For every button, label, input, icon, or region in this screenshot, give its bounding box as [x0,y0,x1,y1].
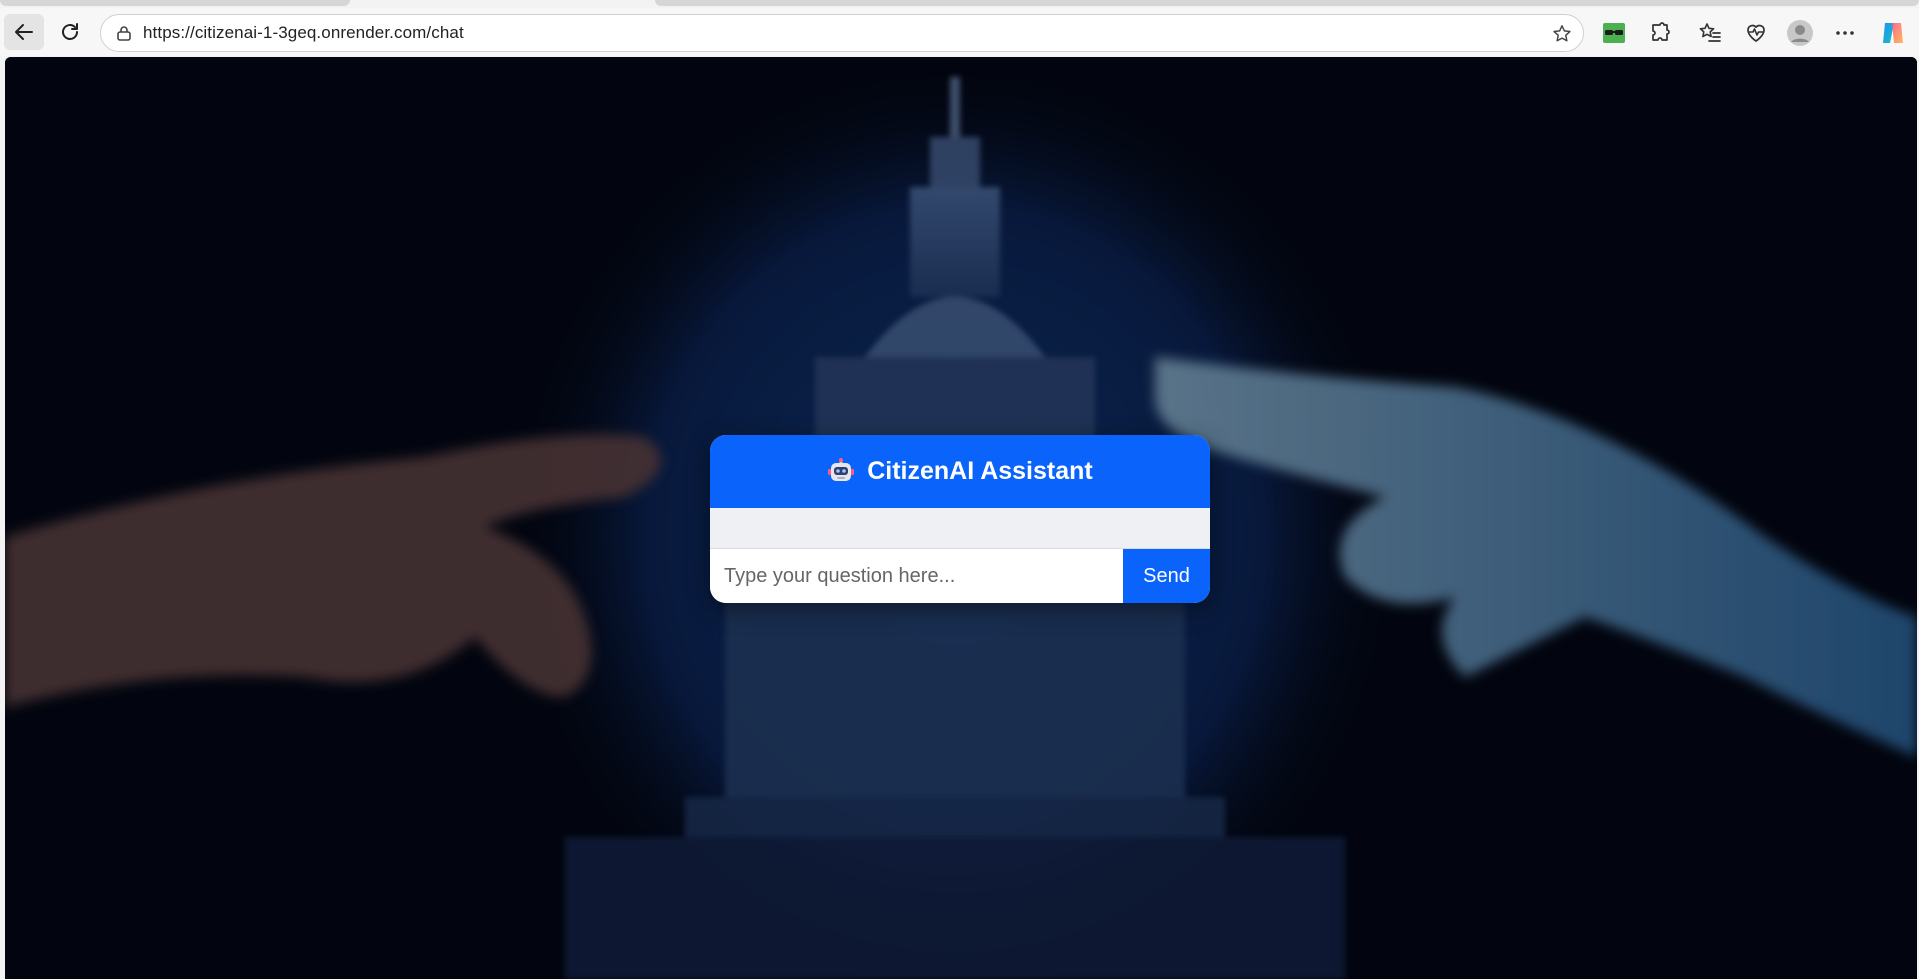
favorite-star-icon[interactable] [1551,23,1573,50]
reload-button[interactable] [50,14,90,50]
glasses-extension-icon[interactable] [1599,18,1629,48]
more-menu-icon[interactable] [1830,18,1860,48]
favorites-list-icon[interactable] [1695,18,1725,48]
tab-strip [0,0,1919,8]
chat-messages-area [710,508,1210,549]
tab-edge[interactable] [655,0,1919,6]
chat-title: CitizenAI Assistant [867,457,1093,485]
site-info-icon[interactable] [113,22,135,44]
chat-header: CitizenAI Assistant [710,435,1210,508]
tab-edge[interactable] [0,0,350,6]
browser-toolbar: https://citizenai-1-3geq.onrender.com/ch… [0,8,1919,56]
chat-widget: CitizenAI Assistant Send [710,435,1210,603]
address-bar[interactable]: https://citizenai-1-3geq.onrender.com/ch… [100,14,1584,52]
copilot-icon[interactable] [1878,18,1908,48]
puzzle-extensions-icon[interactable] [1645,18,1675,48]
reload-icon [62,23,78,40]
robot-icon [828,457,855,481]
back-button[interactable] [4,14,44,50]
back-arrow-icon [15,24,33,40]
page-viewport: CitizenAI Assistant Send [5,57,1917,979]
url-text[interactable]: https://citizenai-1-3geq.onrender.com/ch… [143,23,464,43]
send-button[interactable]: Send [1123,549,1210,603]
health-heart-icon[interactable] [1741,18,1771,48]
chat-input-row: Send [710,549,1210,603]
profile-avatar-icon[interactable] [1785,18,1815,48]
question-input[interactable] [710,549,1123,603]
